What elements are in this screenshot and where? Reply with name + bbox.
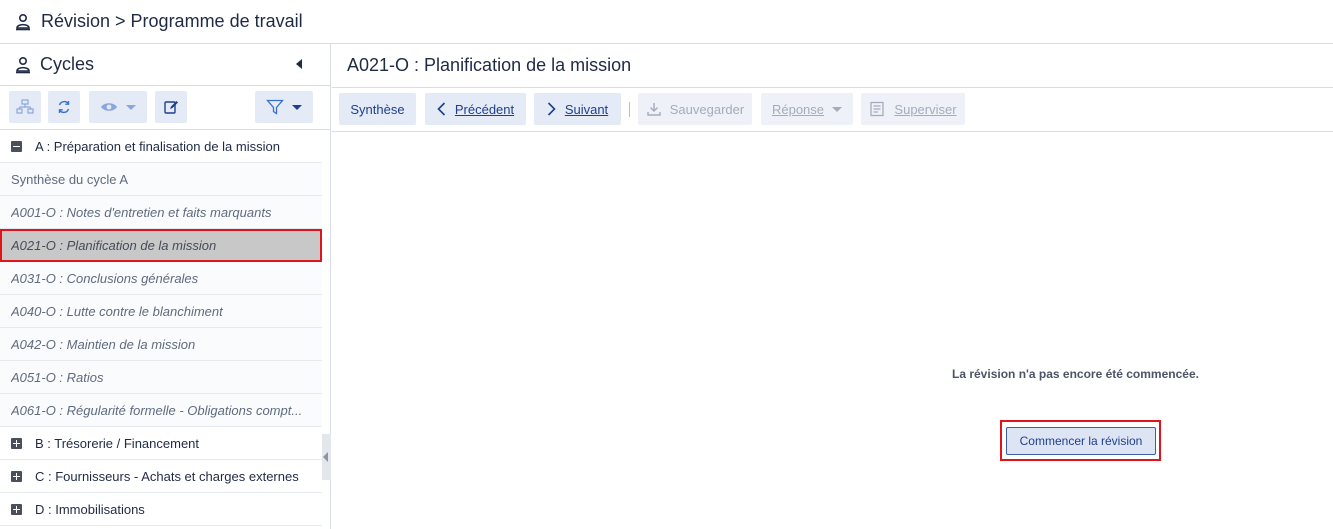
- page-title: A021-O : Planification de la mission: [347, 55, 632, 75]
- previous-label: Précédent: [454, 101, 515, 117]
- main-header: A021-O : Planification de la mission: [332, 44, 1333, 88]
- supervise-button[interactable]: Superviser: [861, 93, 965, 125]
- synthese-label: Synthèse: [350, 101, 405, 117]
- expand-plus-icon[interactable]: [11, 437, 22, 449]
- tree-group-d[interactable]: D : Immobilisations: [0, 493, 322, 526]
- refresh-button[interactable]: [48, 91, 80, 123]
- expand-plus-icon[interactable]: [11, 503, 22, 515]
- tree-item-a042[interactable]: A042-O : Maintien de la mission: [0, 328, 322, 361]
- breadcrumb: Révision > Programme de travail: [41, 11, 303, 31]
- cycles-panel: Cycles A: Préparation et finalisation d…: [0, 44, 331, 529]
- item-label: Synthèse du cycle A: [11, 171, 129, 187]
- hierarchy-icon: [16, 99, 34, 114]
- status-message: La révision n'a pas encore été commencée…: [952, 367, 1199, 381]
- group-label: B : Trésorerie / Financement: [35, 435, 200, 451]
- start-review-button[interactable]: Commencer la révision: [1006, 427, 1156, 455]
- chevron-down-icon: [126, 104, 136, 110]
- item-label: A021-O : Planification de la mission: [11, 237, 217, 253]
- tree-group-c[interactable]: C : Fournisseurs - Achats et charges ext…: [0, 460, 322, 493]
- eye-icon: [101, 103, 117, 111]
- response-label: Réponse: [771, 101, 825, 117]
- view-dropdown-button[interactable]: [89, 91, 147, 123]
- filter-icon: [266, 99, 284, 115]
- item-label: A001-O : Notes d'entretien et faits marq…: [11, 204, 272, 220]
- supervise-label: Superviser: [894, 101, 957, 117]
- download-icon: [647, 103, 661, 116]
- tree-item-a051[interactable]: A051-O : Ratios: [0, 361, 322, 394]
- cycles-header: Cycles: [0, 44, 330, 86]
- tree-group-b[interactable]: B : Trésorerie / Financement: [0, 427, 322, 460]
- cycles-tree: A : Préparation et finalisation de la mi…: [0, 130, 322, 526]
- cycles-toolbar: [0, 86, 330, 130]
- tree-item-a040[interactable]: A040-O : Lutte contre le blanchiment: [0, 295, 322, 328]
- tree-item-a061[interactable]: A061-O : Régularité formelle - Obligatio…: [0, 394, 322, 427]
- save-label: Sauvegarder: [669, 101, 745, 117]
- filter-dropdown-button[interactable]: [255, 91, 313, 123]
- next-label: Suivant: [564, 101, 609, 117]
- item-label: A040-O : Lutte contre le blanchiment: [11, 303, 223, 319]
- tree-item-synthese-cycle-a[interactable]: Synthèse du cycle A: [0, 163, 322, 196]
- toolbar-divider: [629, 102, 630, 117]
- chevron-down-icon: [292, 104, 302, 110]
- refresh-icon: [58, 100, 70, 114]
- collapse-minus-icon[interactable]: [11, 140, 22, 152]
- cycles-title: Cycles: [40, 54, 95, 74]
- panel-resize-handle[interactable]: [322, 434, 331, 480]
- review-content: La révision n'a pas encore été commencée…: [332, 132, 1333, 529]
- hierarchy-button[interactable]: [9, 91, 41, 123]
- item-label: A051-O : Ratios: [11, 369, 104, 385]
- item-label: A061-O : Régularité formelle - Obligatio…: [11, 402, 303, 418]
- response-dropdown-button[interactable]: Réponse: [761, 93, 853, 125]
- edit-icon: [164, 101, 178, 114]
- main-toolbar: Synthèse Précédent Suivant Sauvegarder R…: [332, 88, 1333, 132]
- edit-button[interactable]: [155, 91, 187, 123]
- item-label: A042-O : Maintien de la mission: [11, 336, 196, 352]
- document-icon: [870, 101, 885, 117]
- item-label: A031-O : Conclusions générales: [11, 270, 199, 286]
- tree-item-a021[interactable]: A021-O : Planification de la mission: [0, 229, 322, 262]
- next-button[interactable]: Suivant: [534, 93, 621, 125]
- user-icon: [16, 13, 30, 30]
- previous-button[interactable]: Précédent: [425, 93, 526, 125]
- collapse-panel-icon[interactable]: [296, 59, 302, 69]
- group-label: A : Préparation et finalisation de la mi…: [35, 138, 280, 154]
- group-label: D : Immobilisations: [35, 501, 145, 517]
- top-header: Révision > Programme de travail: [0, 0, 1333, 44]
- start-review-highlight: Commencer la révision: [1000, 420, 1161, 461]
- main-panel: A021-O : Planification de la mission Syn…: [332, 44, 1333, 529]
- chevron-down-icon: [832, 106, 843, 112]
- chevron-right-icon: [547, 102, 556, 116]
- tree-group-a[interactable]: A : Préparation et finalisation de la mi…: [0, 130, 322, 163]
- user-icon: [16, 56, 30, 73]
- synthese-button[interactable]: Synthèse: [339, 93, 416, 125]
- tree-item-a001[interactable]: A001-O : Notes d'entretien et faits marq…: [0, 196, 322, 229]
- expand-plus-icon[interactable]: [11, 470, 22, 482]
- tree-item-a031[interactable]: A031-O : Conclusions générales: [0, 262, 322, 295]
- group-label: C : Fournisseurs - Achats et charges ext…: [35, 468, 299, 484]
- chevron-left-icon: [437, 102, 445, 116]
- save-button[interactable]: Sauvegarder: [638, 93, 752, 125]
